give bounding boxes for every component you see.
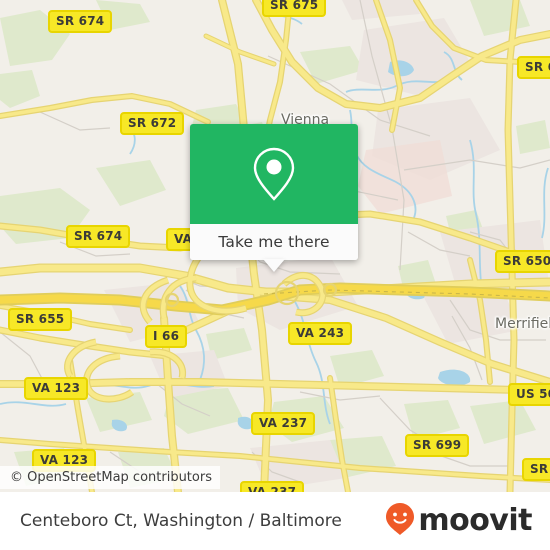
map-pin-icon xyxy=(250,144,298,204)
road-shield[interactable]: SR 6 xyxy=(522,458,550,481)
road-shield[interactable]: I 66 xyxy=(145,325,188,348)
popup-header xyxy=(190,124,358,224)
road-shield[interactable]: SR 650 xyxy=(495,250,550,273)
moovit-smiley-pin-icon xyxy=(385,502,415,541)
take-me-there-popup[interactable]: Take me there xyxy=(190,124,358,260)
take-me-there-label: Take me there xyxy=(218,233,330,251)
road-shield[interactable]: US 50 xyxy=(508,383,550,406)
road-shield[interactable]: SR 674 xyxy=(66,225,131,248)
road-shield[interactable]: SR 675 xyxy=(262,0,327,17)
moovit-wordmark: moovit xyxy=(418,503,532,538)
road-shield[interactable]: SR 6 xyxy=(517,56,550,79)
road-shield[interactable]: VA 123 xyxy=(24,377,89,400)
osm-attribution[interactable]: © OpenStreetMap contributors xyxy=(0,466,220,489)
popup-pointer-tail xyxy=(263,259,285,272)
map-screenshot: SR 674 SR 675 SR 6 SR 672 VA SR 674 SR 6… xyxy=(0,0,550,550)
road-shield[interactable]: SR 674 xyxy=(48,10,113,33)
road-shield[interactable]: SR 655 xyxy=(8,308,73,331)
road-shield[interactable]: SR 699 xyxy=(405,434,470,457)
road-shield[interactable]: VA 237 xyxy=(240,481,305,492)
road-shield[interactable]: SR 672 xyxy=(120,112,185,135)
footer-bar: Centeboro Ct, Washington / Baltimore moo… xyxy=(0,492,550,550)
place-label-merrifield: Merrifiel xyxy=(495,316,550,332)
location-title: Centeboro Ct, Washington / Baltimore xyxy=(20,511,342,531)
moovit-brand[interactable]: moovit xyxy=(385,502,532,541)
road-shield[interactable]: VA 237 xyxy=(251,412,316,435)
road-shield[interactable]: VA 243 xyxy=(288,322,353,345)
map-canvas[interactable]: SR 674 SR 675 SR 6 SR 672 VA SR 674 SR 6… xyxy=(0,0,550,492)
popup-action-row[interactable]: Take me there xyxy=(190,224,358,260)
